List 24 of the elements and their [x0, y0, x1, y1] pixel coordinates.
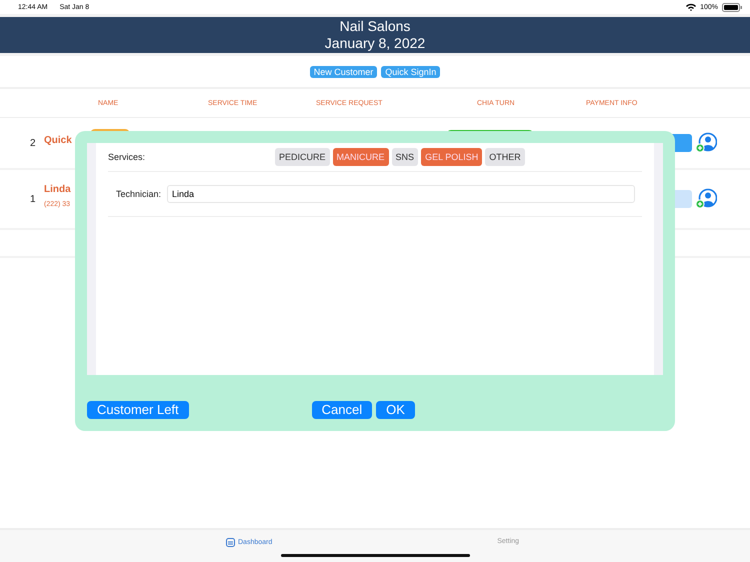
customer-name: Quick [44, 134, 72, 146]
technician-label: Technician: [116, 189, 162, 199]
dialog-button[interactable]: OK [376, 401, 415, 419]
dashboard-icon [226, 538, 235, 547]
header-date: January 8, 2022 [324, 35, 426, 52]
dialog-button[interactable]: Cancel [312, 401, 372, 419]
services-label: Services: [108, 152, 146, 162]
customer-left-button[interactable]: Customer Left [87, 401, 189, 419]
customer-name: Linda [44, 184, 71, 195]
action-button[interactable]: Quick SignIn [381, 66, 440, 78]
action-button[interactable]: New Customer [310, 66, 378, 78]
service-toggle[interactable]: SNS [392, 148, 418, 166]
row-number: 2 [30, 138, 37, 148]
service-toggle[interactable]: MANICURE [332, 148, 389, 166]
service-toggle[interactable]: OTHER [485, 148, 525, 166]
battery-icon [722, 2, 742, 12]
row-number: 1 [30, 194, 37, 204]
technician-field[interactable]: Linda [167, 185, 636, 203]
wifi-icon [686, 3, 696, 11]
add-person-icon[interactable] [695, 132, 717, 154]
service-toggle[interactable]: GEL POLISH [421, 148, 482, 166]
app-title: Nail Salons [340, 18, 410, 35]
service-toggle[interactable]: PEDICURE [275, 148, 330, 166]
add-person-icon[interactable] [695, 188, 717, 210]
